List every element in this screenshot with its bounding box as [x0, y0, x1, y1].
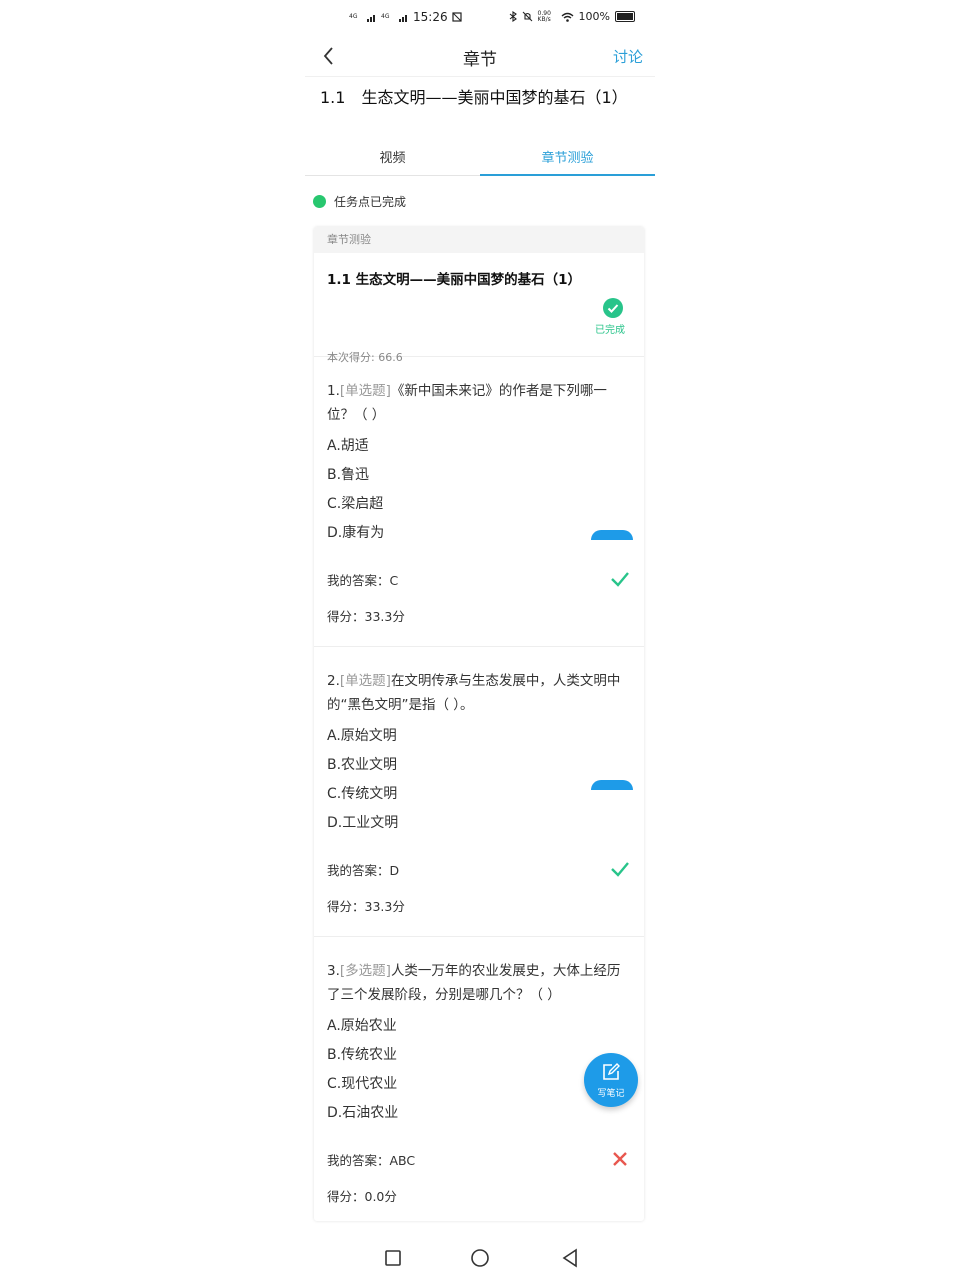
option-b: B.传统农业 — [327, 1047, 398, 1063]
page-title: 章节 — [463, 50, 497, 70]
battery-percent: 100% — [578, 10, 610, 23]
option-d: D.康有为 — [327, 525, 385, 541]
question-2: 2.[单选题]在文明传承与生态发展中，人类文明中的“黑色文明”是指（ ）。 A.… — [314, 647, 644, 937]
status-bar: 4G 4G 15:26 0.90 KB/s 100% — [305, 6, 655, 32]
write-note-button[interactable]: 写笔记 — [584, 1053, 638, 1107]
clock: 15:26 — [413, 10, 448, 24]
nav-bar: 章节 讨论 — [305, 36, 655, 77]
floating-button-edge — [591, 780, 633, 790]
wrong-cross-icon — [613, 1152, 627, 1166]
write-note-label: 写笔记 — [597, 1089, 625, 1099]
sim-icon — [451, 12, 462, 22]
recent-apps-icon[interactable] — [383, 1248, 403, 1268]
edit-note-icon — [603, 1063, 620, 1080]
my-answer: 我的答案：C — [327, 573, 399, 588]
floating-button-edge — [591, 530, 633, 540]
option-d: D.工业文明 — [327, 815, 399, 831]
battery-icon — [615, 11, 635, 22]
completed-dot-icon — [313, 195, 326, 208]
task-status-label: 任务点已完成 — [334, 195, 407, 209]
question-type: [多选题] — [339, 963, 391, 979]
question-number: 1. — [327, 383, 340, 399]
question-number: 2. — [327, 673, 340, 689]
wifi-icon — [561, 12, 574, 22]
quiz-summary[interactable]: 1.1 生态文明——美丽中国梦的基石（1） 已完成 本次得分: 66.6 — [314, 253, 644, 364]
tab-bar: 视频 章节测验 — [305, 138, 655, 176]
discussion-link[interactable]: 讨论 — [613, 46, 643, 67]
back-nav-icon[interactable] — [560, 1248, 580, 1268]
option-list: A.原始农业 B.传统农业 C.现代农业 D.石油农业 — [327, 1016, 398, 1132]
phone-screen: 4G 4G 15:26 0.90 KB/s 100% 章节 讨论 1.1 生态文… — [305, 0, 655, 1280]
question-stem: 3.[多选题]人类一万年的农业发展史，大体上经历了三个发展阶段，分别是哪几个？（… — [327, 959, 627, 1007]
question-type: [单选题] — [339, 673, 391, 689]
my-answer: 我的答案：D — [327, 863, 400, 878]
tab-chapter-quiz[interactable]: 章节测验 — [480, 147, 655, 166]
tab-video[interactable]: 视频 — [305, 147, 480, 166]
completed-label: 已完成 — [595, 325, 625, 336]
correct-check-icon — [611, 572, 629, 587]
signal-icon — [367, 14, 375, 22]
option-a: A.胡适 — [327, 438, 369, 454]
chapter-title: 1.1 生态文明——美丽中国梦的基石（1） — [320, 88, 628, 107]
active-tab-indicator — [480, 174, 655, 176]
mute-icon — [522, 11, 532, 22]
option-d: D.石油农业 — [327, 1105, 399, 1121]
home-icon[interactable] — [470, 1248, 490, 1268]
status-left: 4G 4G 15:26 — [349, 10, 462, 24]
task-status: 任务点已完成 — [313, 193, 406, 210]
card-header: 章节测验 — [314, 227, 644, 253]
network-speed: 0.90 KB/s — [537, 9, 551, 23]
question-stem: 1.[单选题]《新中国未来记》的作者是下列哪一位？（ ） — [327, 379, 627, 427]
option-b: B.鲁迅 — [327, 467, 370, 483]
network-2-indicator: 4G — [381, 13, 390, 20]
signal-icon — [399, 14, 407, 22]
question-score: 得分：0.0分 — [327, 1189, 397, 1204]
question-type: [单选题] — [339, 383, 391, 399]
system-nav-bar — [305, 1240, 655, 1276]
question-number: 3. — [327, 963, 340, 979]
question-score: 得分：33.3分 — [327, 899, 405, 914]
option-a: A.原始文明 — [327, 728, 397, 744]
network-1-indicator: 4G — [349, 13, 358, 20]
quiz-title: 1.1 生态文明——美丽中国梦的基石（1） — [327, 272, 582, 288]
my-answer: 我的答案：ABC — [327, 1153, 416, 1168]
option-list: A.原始文明 B.农业文明 C.传统文明 D.工业文明 — [327, 726, 398, 842]
question-stem: 2.[单选题]在文明传承与生态发展中，人类文明中的“黑色文明”是指（ ）。 — [327, 669, 627, 717]
option-a: A.原始农业 — [327, 1018, 397, 1034]
option-b: B.农业文明 — [327, 757, 398, 773]
completed-check-icon — [603, 298, 623, 318]
option-c: C.现代农业 — [327, 1076, 398, 1092]
bluetooth-icon — [509, 11, 517, 22]
status-right: 0.90 KB/s 100% — [509, 10, 635, 23]
correct-check-icon — [611, 862, 629, 877]
question-score: 得分：33.3分 — [327, 609, 405, 624]
option-c: C.传统文明 — [327, 786, 398, 802]
option-c: C.梁启超 — [327, 496, 384, 512]
option-list: A.胡适 B.鲁迅 C.梁启超 D.康有为 — [327, 436, 384, 552]
question-1: 1.[单选题]《新中国未来记》的作者是下列哪一位？（ ） A.胡适 B.鲁迅 C… — [314, 357, 644, 647]
